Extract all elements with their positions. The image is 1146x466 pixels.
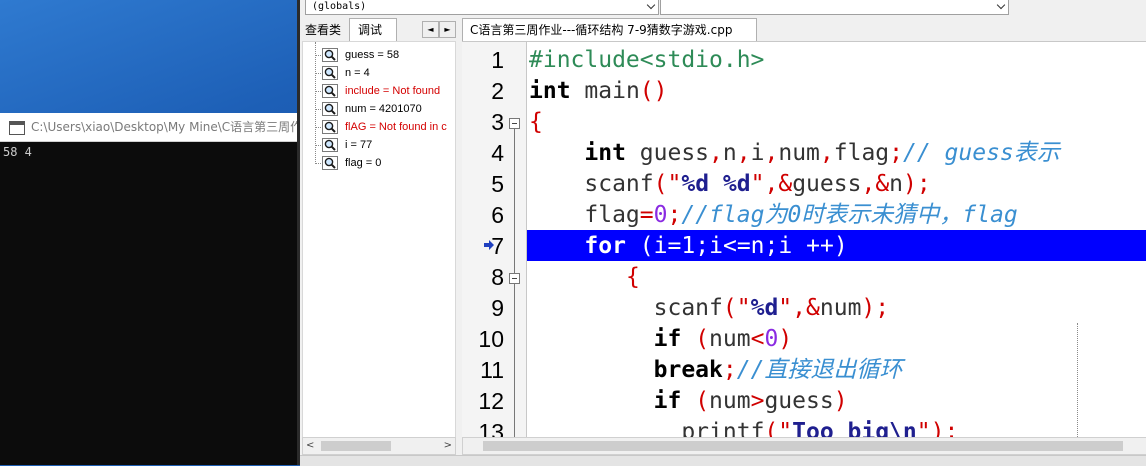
watch-item-text: i = 77 bbox=[345, 139, 373, 151]
scroll-left-arrow-icon[interactable]: < bbox=[306, 438, 314, 454]
tab-class-browser[interactable]: 查看类 bbox=[305, 21, 341, 39]
console-output: 58 4 bbox=[3, 145, 32, 159]
tab-scroll-left-button[interactable]: ◄ bbox=[422, 21, 439, 38]
code-line[interactable]: break;//直接退出循环 bbox=[529, 355, 903, 386]
scroll-right-arrow-icon[interactable]: > bbox=[444, 438, 452, 454]
scope-dropdown-value: (globals) bbox=[312, 1, 367, 12]
console-title: C:\Users\xiao\Desktop\My Mine\C语言第三周作 bbox=[31, 120, 300, 134]
execution-arrow-icon bbox=[484, 240, 494, 250]
watch-item[interactable]: num = 4201070 bbox=[303, 100, 455, 118]
member-dropdown[interactable] bbox=[660, 0, 1009, 15]
watch-item[interactable]: guess = 58 bbox=[303, 46, 455, 64]
code-area[interactable]: #include<stdio.h> int main(){ int guess,n… bbox=[462, 42, 1146, 438]
magnifier-watch-icon bbox=[322, 48, 338, 62]
code-line[interactable]: { bbox=[529, 262, 640, 293]
watch-item-text: flAG = Not found in c bbox=[345, 121, 447, 133]
code-line[interactable]: { bbox=[529, 107, 543, 138]
chevron-down-icon bbox=[647, 2, 655, 10]
tab-debug-label: 调试 bbox=[358, 23, 383, 37]
chevron-down-icon bbox=[997, 2, 1005, 10]
console-window[interactable]: C:\Users\xiao\Desktop\My Mine\C语言第三周作 58… bbox=[0, 113, 300, 465]
editor-file-tab[interactable]: C语言第三周作业---循环结构 7-9猜数字游戏.cpp bbox=[462, 18, 757, 41]
watch-list[interactable]: guess = 58 n = 4 include = Not found num = … bbox=[302, 41, 456, 439]
magnifier-watch-icon bbox=[322, 102, 338, 116]
console-title-bar[interactable]: C:\Users\xiao\Desktop\My Mine\C语言第三周作 bbox=[0, 113, 300, 142]
watch-item-text: flag = 0 bbox=[345, 157, 382, 169]
watch-item-text: guess = 58 bbox=[345, 49, 400, 61]
watch-item-text: include = Not found bbox=[345, 85, 441, 97]
code-line[interactable]: if (num>guess) bbox=[529, 386, 848, 417]
status-strip bbox=[300, 455, 1146, 466]
code-line[interactable]: #include<stdio.h> bbox=[529, 45, 764, 76]
tab-scroll-right-button[interactable]: ► bbox=[439, 21, 456, 38]
watch-item[interactable]: n = 4 bbox=[303, 64, 455, 82]
code-line[interactable]: printf("Too big\n"); bbox=[529, 417, 958, 438]
magnifier-watch-icon bbox=[322, 66, 338, 80]
code-line[interactable]: for (i=1;i<=n;i ++) bbox=[529, 231, 847, 262]
editor-file-tab-label: C语言第三周作业---循环结构 7-9猜数字游戏.cpp bbox=[470, 23, 733, 37]
watch-list-horizontal-scrollbar[interactable]: < > bbox=[302, 437, 456, 455]
code-line[interactable]: if (num<0) bbox=[529, 324, 793, 355]
watch-item[interactable]: include = Not found bbox=[303, 82, 455, 100]
magnifier-watch-icon bbox=[322, 138, 338, 152]
scope-dropdown[interactable]: (globals) bbox=[305, 0, 659, 15]
console-window-icon bbox=[9, 121, 25, 135]
scrollbar-thumb[interactable] bbox=[483, 441, 1123, 451]
tab-debug[interactable]: 调试 bbox=[349, 18, 397, 41]
watch-item-text: n = 4 bbox=[345, 67, 370, 79]
watch-item[interactable]: i = 77 bbox=[303, 136, 455, 154]
indent-guide bbox=[1077, 323, 1078, 438]
editor-horizontal-scrollbar[interactable] bbox=[462, 437, 1146, 455]
watch-item[interactable]: flAG = Not found in c bbox=[303, 118, 455, 136]
code-line[interactable]: flag=0;//flag为0时表示未猜中，flag bbox=[529, 200, 1017, 231]
magnifier-watch-icon bbox=[322, 156, 338, 170]
code-editor[interactable]: 1 2 3 4 5 6 7 8 9 10 11 12 13 #include<stdio.h> int m… bbox=[462, 41, 1146, 438]
magnifier-watch-icon bbox=[322, 84, 338, 98]
code-line[interactable]: int guess,n,i,num,flag;// guess表示 bbox=[529, 138, 1059, 169]
code-line[interactable]: int main() bbox=[529, 76, 668, 107]
watch-item[interactable]: flag = 0 bbox=[303, 154, 455, 172]
code-line[interactable]: scanf("%d %d",&guess,&n); bbox=[529, 169, 930, 200]
code-line[interactable]: scanf("%d",&num); bbox=[529, 293, 890, 324]
magnifier-watch-icon bbox=[322, 120, 338, 134]
scrollbar-thumb[interactable] bbox=[321, 441, 391, 451]
watch-item-text: num = 4201070 bbox=[345, 103, 422, 115]
